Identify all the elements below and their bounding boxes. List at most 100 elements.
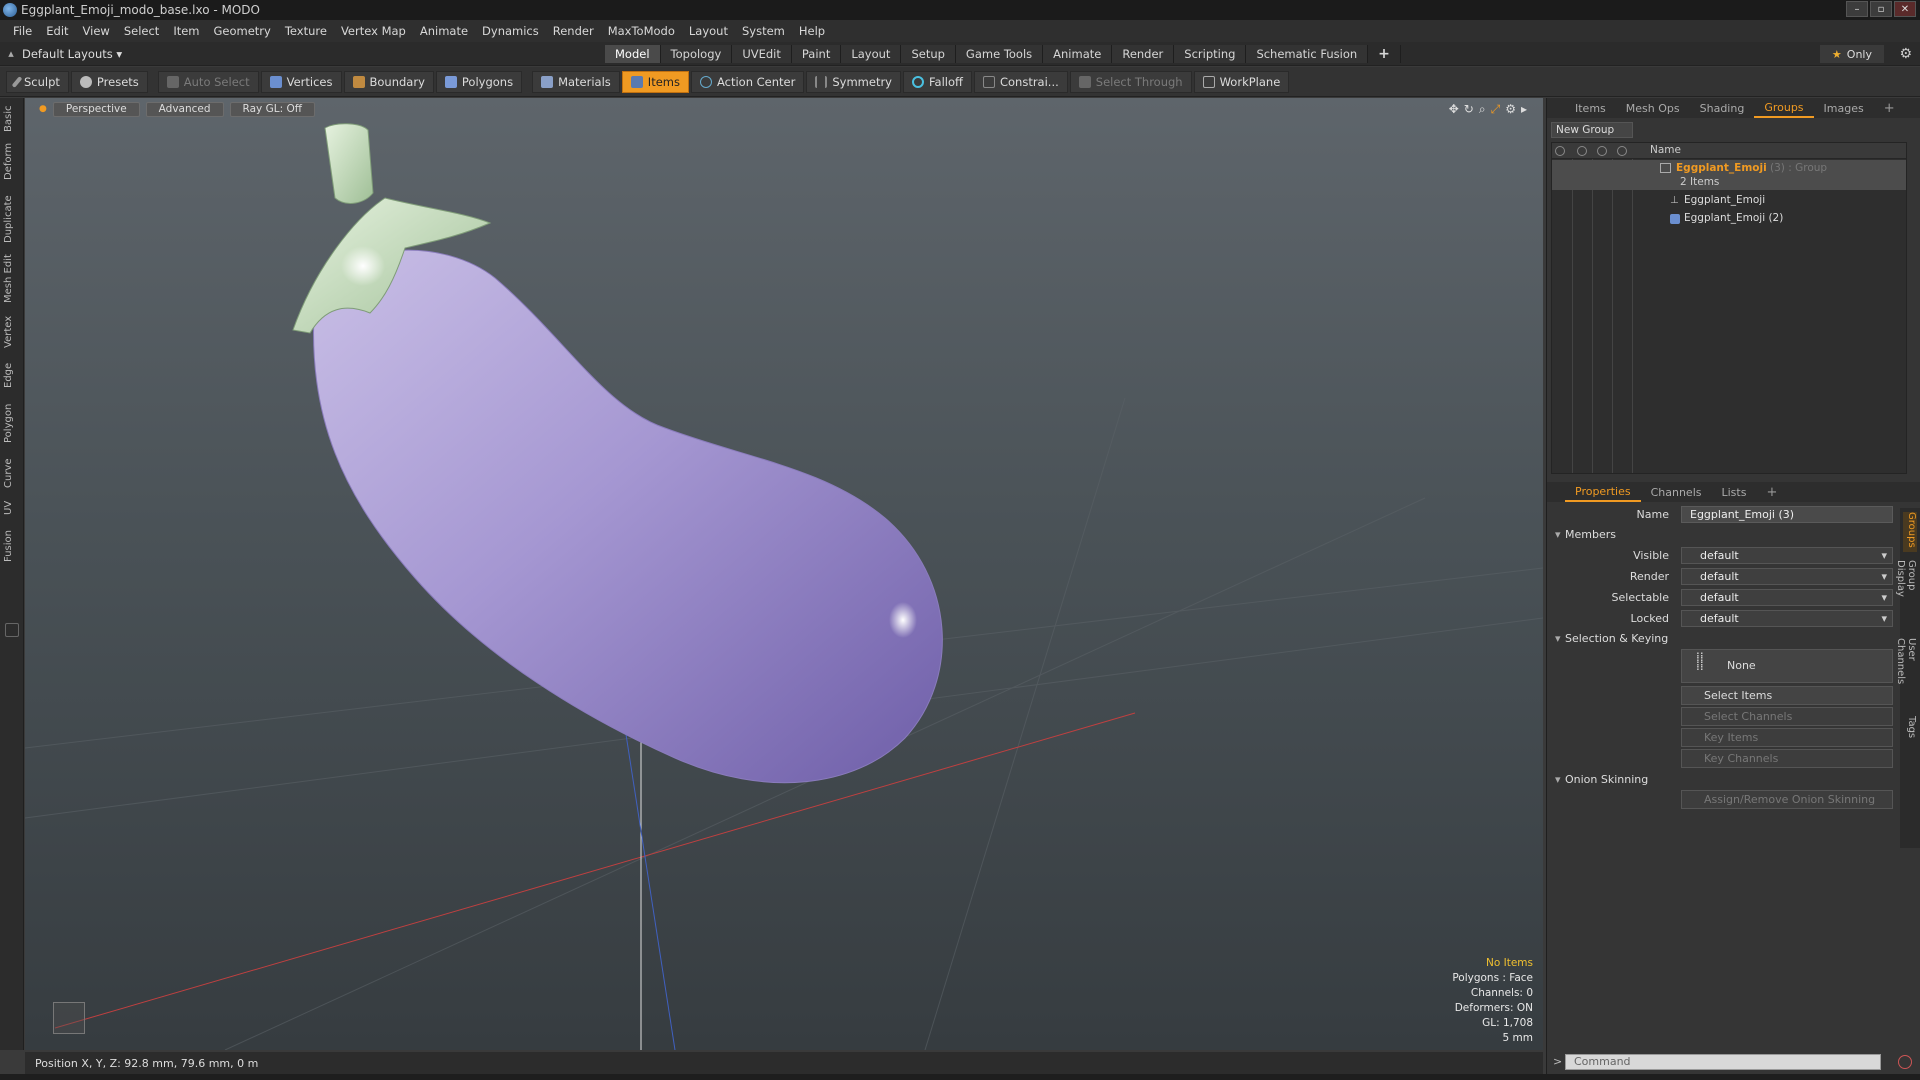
selectable-select[interactable]: default (1681, 589, 1893, 606)
lock-header-icon[interactable] (1617, 146, 1627, 156)
rotate-icon[interactable]: ↻ (1464, 102, 1474, 117)
onion-skinning-section[interactable]: Onion Skinning (1547, 770, 1895, 790)
menu-layout[interactable]: Layout (682, 24, 735, 38)
tab-lists[interactable]: Lists (1712, 482, 1757, 502)
add-properties-tab-button[interactable]: + (1756, 482, 1787, 502)
gear-icon[interactable]: ⚙ (1899, 46, 1912, 62)
layout-collapse-icon[interactable]: ▴ (0, 47, 22, 60)
constraints-button[interactable]: Constrai... (973, 70, 1068, 93)
vtab-mesh-edit[interactable]: Mesh Edit (3, 254, 21, 304)
menu-texture[interactable]: Texture (278, 24, 334, 38)
key-items-button[interactable]: Key Items (1681, 728, 1893, 747)
layout-selector[interactable]: Default Layouts ▾ (22, 47, 122, 61)
menu-select[interactable]: Select (117, 24, 166, 38)
vtab-edge[interactable]: Edge (3, 360, 21, 390)
add-panel-tab-button[interactable]: + (1874, 98, 1905, 118)
none-button[interactable]: ⁞⁞ ⁞⁞ None (1681, 649, 1893, 683)
polygons-button[interactable]: Polygons (435, 70, 523, 93)
command-history-icon[interactable] (1898, 1055, 1912, 1069)
tab-shading[interactable]: Shading (1690, 98, 1755, 118)
symmetry-button[interactable]: Symmetry (806, 70, 901, 93)
tab-layout[interactable]: Layout (841, 45, 902, 63)
items-button[interactable]: Items (621, 70, 689, 93)
vtab-basic[interactable]: Basic (3, 104, 21, 134)
tab-setup[interactable]: Setup (901, 45, 956, 63)
add-tab-button[interactable]: + (1368, 45, 1401, 63)
tab-model[interactable]: Model (605, 45, 661, 63)
action-center-button[interactable]: Action Center (690, 70, 805, 93)
visible-select[interactable]: default (1681, 547, 1893, 564)
maximize-button[interactable]: ▫ (1870, 1, 1892, 17)
menu-edit[interactable]: Edit (39, 24, 75, 38)
workplane-button[interactable]: WorkPlane (1193, 70, 1290, 93)
menu-item[interactable]: Item (166, 24, 206, 38)
tab-properties[interactable]: Properties (1565, 482, 1641, 502)
presets-button[interactable]: Presets (70, 70, 148, 93)
perspective-button[interactable]: Perspective (52, 101, 140, 117)
vtab-deform[interactable]: Deform (3, 143, 21, 180)
key-channels-button[interactable]: Key Channels (1681, 749, 1893, 768)
vtab-uv[interactable]: UV (3, 498, 21, 518)
command-input[interactable]: Command (1565, 1054, 1881, 1070)
tree-row-child-1[interactable]: ⊥ Eggplant_Emoji (1552, 192, 1906, 210)
assign-onion-button[interactable]: Assign/Remove Onion Skinning (1681, 790, 1893, 809)
selection-keying-section[interactable]: Selection & Keying (1547, 629, 1895, 649)
visibility-header-icon[interactable] (1555, 146, 1565, 156)
vtab-vertex[interactable]: Vertex (3, 314, 21, 350)
viewport-menu-icon[interactable]: ● (39, 104, 47, 114)
zoom-icon[interactable]: ⌕ (1479, 102, 1486, 117)
vertices-button[interactable]: Vertices (260, 70, 342, 93)
menu-file[interactable]: File (6, 24, 39, 38)
menu-render[interactable]: Render (546, 24, 601, 38)
menu-view[interactable]: View (76, 24, 117, 38)
tab-items[interactable]: Items (1565, 98, 1616, 118)
vtab-groups[interactable]: Groups (1903, 512, 1917, 552)
sculpt-button[interactable]: Sculpt (6, 70, 69, 93)
tab-uvedit[interactable]: UVEdit (732, 45, 792, 63)
tab-mesh-ops[interactable]: Mesh Ops (1616, 98, 1690, 118)
menu-vertex-map[interactable]: Vertex Map (334, 24, 413, 38)
new-group-button[interactable]: New Group (1551, 122, 1633, 138)
tab-game-tools[interactable]: Game Tools (955, 45, 1044, 63)
advanced-button[interactable]: Advanced (145, 101, 224, 117)
render-select[interactable]: default (1681, 568, 1893, 585)
materials-button[interactable]: Materials (532, 70, 620, 93)
tab-images[interactable]: Images (1814, 98, 1874, 118)
select-items-button[interactable]: Select Items (1681, 686, 1893, 705)
fit-icon[interactable]: ⤢ (1491, 102, 1501, 117)
tree-row-child-2[interactable]: Eggplant_Emoji (2) (1552, 210, 1906, 228)
falloff-button[interactable]: Falloff (903, 70, 972, 93)
minimize-button[interactable]: – (1846, 1, 1868, 17)
pan-icon[interactable]: ✥ (1449, 102, 1459, 117)
viewport-gear-icon[interactable]: ⚙ (1505, 102, 1516, 117)
tab-groups[interactable]: Groups (1754, 98, 1814, 118)
boundary-button[interactable]: Boundary (343, 70, 434, 93)
tab-schematic-fusion[interactable]: Schematic Fusion (1246, 45, 1369, 63)
panel-toggle-icon[interactable] (5, 623, 19, 637)
name-field[interactable]: Eggplant_Emoji (3) (1681, 506, 1893, 523)
viewport-expand-icon[interactable]: ▸ (1521, 102, 1527, 117)
menu-maxtomodo[interactable]: MaxToModo (601, 24, 682, 38)
menu-geometry[interactable]: Geometry (207, 24, 278, 38)
vtab-polygon[interactable]: Polygon (3, 400, 21, 446)
3d-viewport[interactable]: ● Perspective Advanced Ray GL: Off ✥ ↻ ⌕… (25, 98, 1543, 1050)
tab-topology[interactable]: Topology (660, 45, 733, 63)
tab-render[interactable]: Render (1112, 45, 1175, 63)
menu-dynamics[interactable]: Dynamics (475, 24, 546, 38)
select-channels-button[interactable]: Select Channels (1681, 707, 1893, 726)
select-header-icon[interactable] (1597, 146, 1607, 156)
menu-animate[interactable]: Animate (413, 24, 475, 38)
tab-animate[interactable]: Animate (1043, 45, 1113, 63)
tab-scripting[interactable]: Scripting (1174, 45, 1247, 63)
menu-help[interactable]: Help (792, 24, 832, 38)
tab-paint[interactable]: Paint (791, 45, 842, 63)
close-button[interactable]: ✕ (1894, 1, 1916, 17)
tab-channels[interactable]: Channels (1641, 482, 1712, 502)
members-section[interactable]: Members (1547, 525, 1895, 545)
select-through-button[interactable]: Select Through (1069, 70, 1192, 93)
menu-system[interactable]: System (735, 24, 792, 38)
vtab-duplicate[interactable]: Duplicate (3, 194, 21, 244)
vtab-tags[interactable]: Tags (1903, 716, 1917, 746)
only-button[interactable]: ★ Only (1819, 45, 1884, 63)
render-header-icon[interactable] (1577, 146, 1587, 156)
